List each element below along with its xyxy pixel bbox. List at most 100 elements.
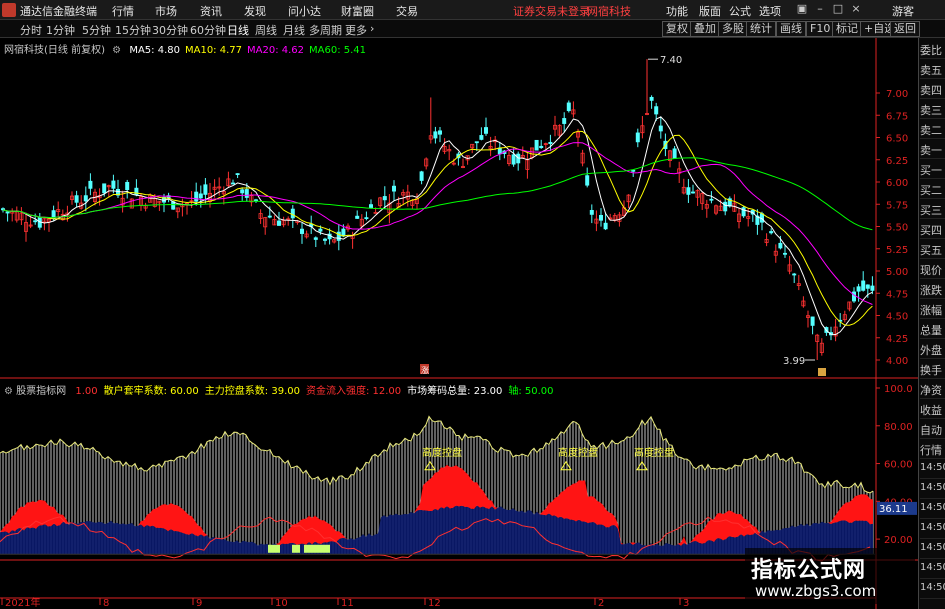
date-label: 9 xyxy=(196,598,202,609)
period-more[interactable]: 更多 xyxy=(345,22,367,38)
period-60min[interactable]: 60分钟 xyxy=(190,22,226,38)
side-panel-item[interactable]: 14:50 xyxy=(920,520,945,539)
candle-body xyxy=(474,141,479,144)
kline-chart-area[interactable]: 7.00 6.75 6.50 6.25 6.00 5.75 5.50 5.25 5.00 4.75… xyxy=(0,38,918,609)
side-panel-item[interactable]: 14:50 xyxy=(920,480,945,499)
menu-item-options[interactable]: 选项 xyxy=(759,3,781,19)
side-panel-item[interactable]: 14:50 xyxy=(920,580,945,599)
candle-body xyxy=(373,211,378,214)
side-panel-item[interactable]: 14:50 xyxy=(920,540,945,559)
multi-stock-button[interactable]: 多股 xyxy=(718,21,748,37)
menu-item-market[interactable]: 市场 xyxy=(155,3,177,19)
candle-body xyxy=(539,145,544,149)
side-panel-item[interactable]: 行情 xyxy=(920,440,945,459)
chevron-right-icon[interactable]: › xyxy=(370,22,374,35)
menu-item-assistant[interactable]: 问小达 xyxy=(288,3,321,19)
period-monthly[interactable]: 月线 xyxy=(283,22,305,38)
period-15min[interactable]: 15分钟 xyxy=(115,22,151,38)
side-panel-item[interactable]: 卖二 xyxy=(920,120,945,139)
candle-body xyxy=(585,175,590,186)
candle-body xyxy=(322,238,327,241)
side-panel-item[interactable]: 买三 xyxy=(920,200,945,219)
menu-item-formula[interactable]: 公式 xyxy=(729,3,751,19)
settings-gear-icon[interactable]: ⚙ xyxy=(4,386,13,397)
date-label: 8 xyxy=(103,598,109,609)
period-30min[interactable]: 30分钟 xyxy=(152,22,188,38)
side-panel-item[interactable]: 买一 xyxy=(920,160,945,179)
candle-body xyxy=(534,139,539,151)
side-panel-item[interactable]: 14:50 xyxy=(920,560,945,579)
period-weekly[interactable]: 周线 xyxy=(255,22,277,38)
minimize-icon[interactable]: – xyxy=(812,2,828,18)
side-panel-item[interactable]: 净资 xyxy=(920,380,945,399)
ma-line xyxy=(2,116,873,336)
period-intraday[interactable]: 分时 xyxy=(20,22,42,38)
menu-item-layout[interactable]: 版面 xyxy=(699,3,721,19)
candle-body xyxy=(368,204,373,209)
watermark: 指标公式网 www.zbgs3.com xyxy=(745,548,915,604)
menu-item-news[interactable]: 资讯 xyxy=(200,3,222,19)
side-panel-item[interactable]: 卖一 xyxy=(920,140,945,159)
period-5min[interactable]: 5分钟 xyxy=(82,22,111,38)
overlay-button[interactable]: 叠加 xyxy=(690,21,720,37)
maximize-icon[interactable]: □ xyxy=(830,2,846,18)
menu-item-quotes[interactable]: 行情 xyxy=(112,3,134,19)
ma-legend-item: MA20: 4.62 xyxy=(247,45,305,56)
side-panel-item[interactable]: 卖三 xyxy=(920,100,945,119)
stats-button[interactable]: 统计 xyxy=(746,21,776,37)
menu-bar: 通达信金融终端 行情 市场 资讯 发现 问小达 财富圈 交易 证券交易未登录 网… xyxy=(0,0,945,20)
main-chart-legend: 网宿科技(日线 前复权) ⚙ MA5: 4.80 MA10: 4.77 MA20: … xyxy=(4,41,366,56)
side-panel-item[interactable]: 总量 xyxy=(920,320,945,339)
close-icon[interactable]: × xyxy=(848,2,864,18)
candle-body xyxy=(391,185,396,192)
indicator-tick-label: 60.00 xyxy=(884,460,913,471)
back-button[interactable]: 返回 xyxy=(890,21,920,37)
side-panel-item[interactable]: 委比 xyxy=(920,40,945,59)
candle-body xyxy=(194,191,199,202)
candle-body xyxy=(865,284,870,289)
menu-item-wealth[interactable]: 财富圈 xyxy=(341,3,374,19)
watermark-url: www.zbgs3.com xyxy=(755,582,877,600)
settings-gear-icon[interactable]: ⚙ xyxy=(112,45,121,56)
period-1min[interactable]: 1分钟 xyxy=(46,22,75,38)
side-panel-item[interactable]: 14:50 xyxy=(920,500,945,519)
trade-login-notice[interactable]: 证券交易未登录 xyxy=(513,3,590,19)
menu-item-discover[interactable]: 发现 xyxy=(244,3,266,19)
price-tick-label: 5.00 xyxy=(886,267,908,278)
candle-body xyxy=(649,96,654,101)
side-panel-item[interactable]: 买二 xyxy=(920,180,945,199)
side-panel-item[interactable]: 卖五 xyxy=(920,60,945,79)
side-panel-item[interactable]: 买四 xyxy=(920,220,945,239)
side-panel-item[interactable]: 卖四 xyxy=(920,80,945,99)
skin-icon[interactable]: ▣ xyxy=(794,2,810,18)
candle-body xyxy=(603,222,608,230)
mark-button[interactable]: 标记 xyxy=(832,21,862,37)
side-panel-item[interactable]: 收益 xyxy=(920,400,945,419)
candle-body xyxy=(33,220,38,223)
menu-item-function[interactable]: 功能 xyxy=(666,3,688,19)
candle-body xyxy=(723,201,728,212)
side-panel-item[interactable]: 外盘 xyxy=(920,340,945,359)
candle-body xyxy=(658,125,663,132)
draw-line-button[interactable]: 画线 xyxy=(776,21,806,37)
price-tick-label: 7.00 xyxy=(886,89,908,100)
guest-button[interactable]: 游客 xyxy=(892,3,914,19)
high-price-label: 7.40 xyxy=(660,55,682,66)
menu-item-trade[interactable]: 交易 xyxy=(396,3,418,19)
side-panel-item[interactable]: 买五 xyxy=(920,240,945,259)
indicator-value: 1.00 xyxy=(75,386,98,397)
candle-body xyxy=(74,195,79,203)
price-tick-label: 5.50 xyxy=(886,223,908,234)
f10-button[interactable]: F10 xyxy=(806,21,835,37)
side-panel-item[interactable]: 涨幅 xyxy=(920,300,945,319)
ma-legend-item: MA10: 4.77 xyxy=(184,45,242,56)
side-panel-item[interactable]: 14:50 xyxy=(920,460,945,479)
period-daily[interactable]: 日线 xyxy=(227,22,249,38)
side-panel-item[interactable]: 换手 xyxy=(920,360,945,379)
side-panel-item[interactable]: 现价 xyxy=(920,260,945,279)
side-panel-item[interactable]: 自动 xyxy=(920,420,945,439)
period-multi[interactable]: 多周期 xyxy=(309,22,342,38)
side-panel-item[interactable]: 涨跌 xyxy=(920,280,945,299)
adjust-button[interactable]: 复权 xyxy=(662,21,692,37)
candle-body xyxy=(336,231,341,241)
